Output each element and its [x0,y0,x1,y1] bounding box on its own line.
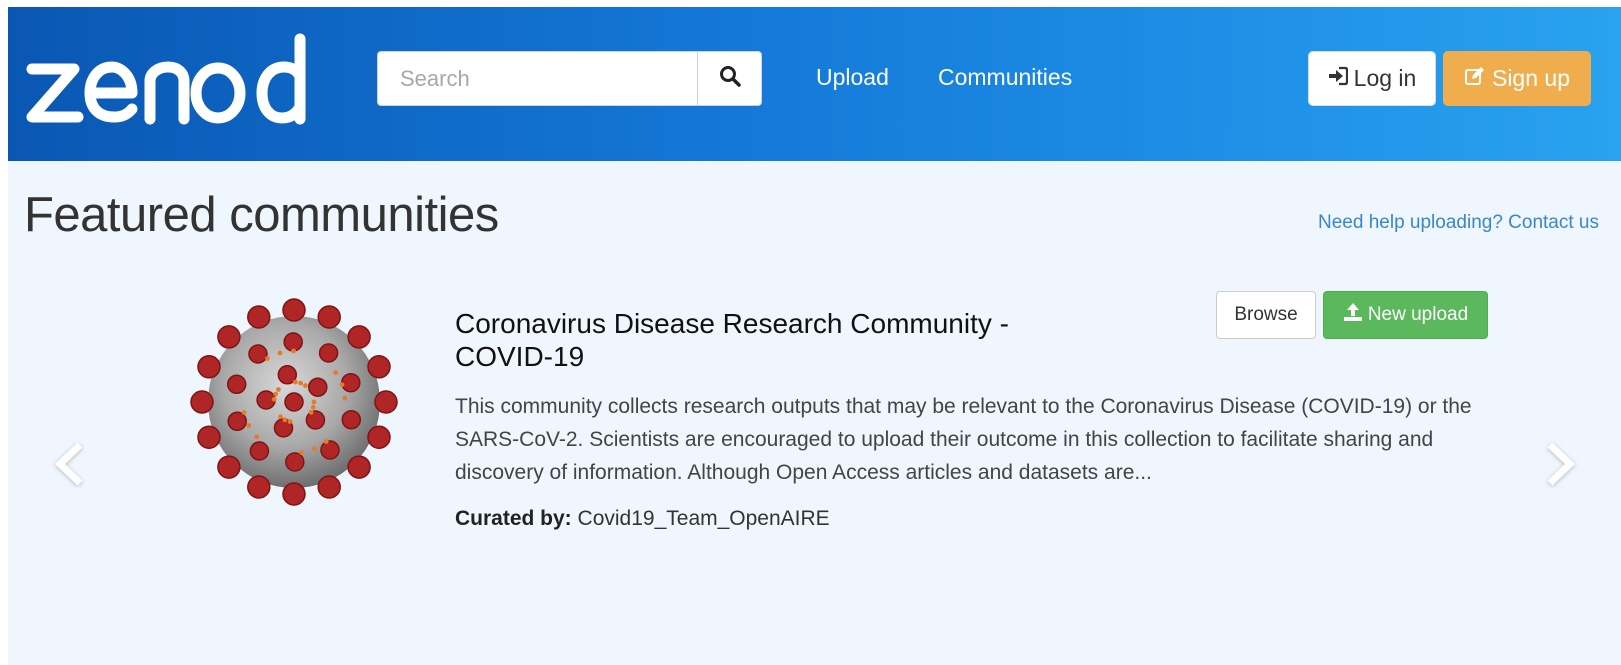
browse-label: Browse [1234,304,1298,325]
sign-in-icon [1328,65,1348,92]
search-button[interactable] [697,52,761,105]
carousel-next-button[interactable] [1540,439,1580,489]
login-label: Log in [1353,65,1417,91]
logo-text: zenodo [22,19,26,20]
login-button[interactable]: Log in [1308,51,1436,106]
nav-communities-link[interactable]: Communities [938,64,1072,91]
community-logo-virus[interactable] [184,292,404,512]
curated-by: Curated by: Covid19_Team_OpenAIRE [455,507,830,531]
carousel-prev-button[interactable] [50,439,90,489]
signup-button[interactable]: Sign up [1443,51,1591,106]
page: zenodo Upload Communities [8,7,1621,665]
nav-upload-link[interactable]: Upload [816,64,889,91]
curated-by-label: Curated by: [455,507,572,530]
community-description: This community collects research outputs… [455,395,1472,484]
search-bar [377,51,762,106]
search-icon [719,65,741,92]
help-contact-link[interactable]: Need help uploading? Contact us [1318,212,1599,234]
page-title: Featured communities [24,188,499,242]
upload-icon [1343,302,1363,328]
community-title[interactable]: Coronavirus Disease Research Community -… [455,307,1095,373]
browse-button[interactable]: Browse [1216,291,1316,339]
signup-label: Sign up [1491,65,1570,91]
chevron-left-icon [50,442,90,493]
new-upload-label: New upload [1367,304,1469,325]
zenodo-logo[interactable]: zenodo [22,19,312,129]
curated-by-value: Covid19_Team_OpenAIRE [577,507,830,530]
edit-icon [1464,65,1486,93]
search-input[interactable] [378,52,698,105]
chevron-right-icon [1540,442,1580,493]
new-upload-button[interactable]: New upload [1323,291,1488,339]
navbar: zenodo Upload Communities [8,7,1621,161]
